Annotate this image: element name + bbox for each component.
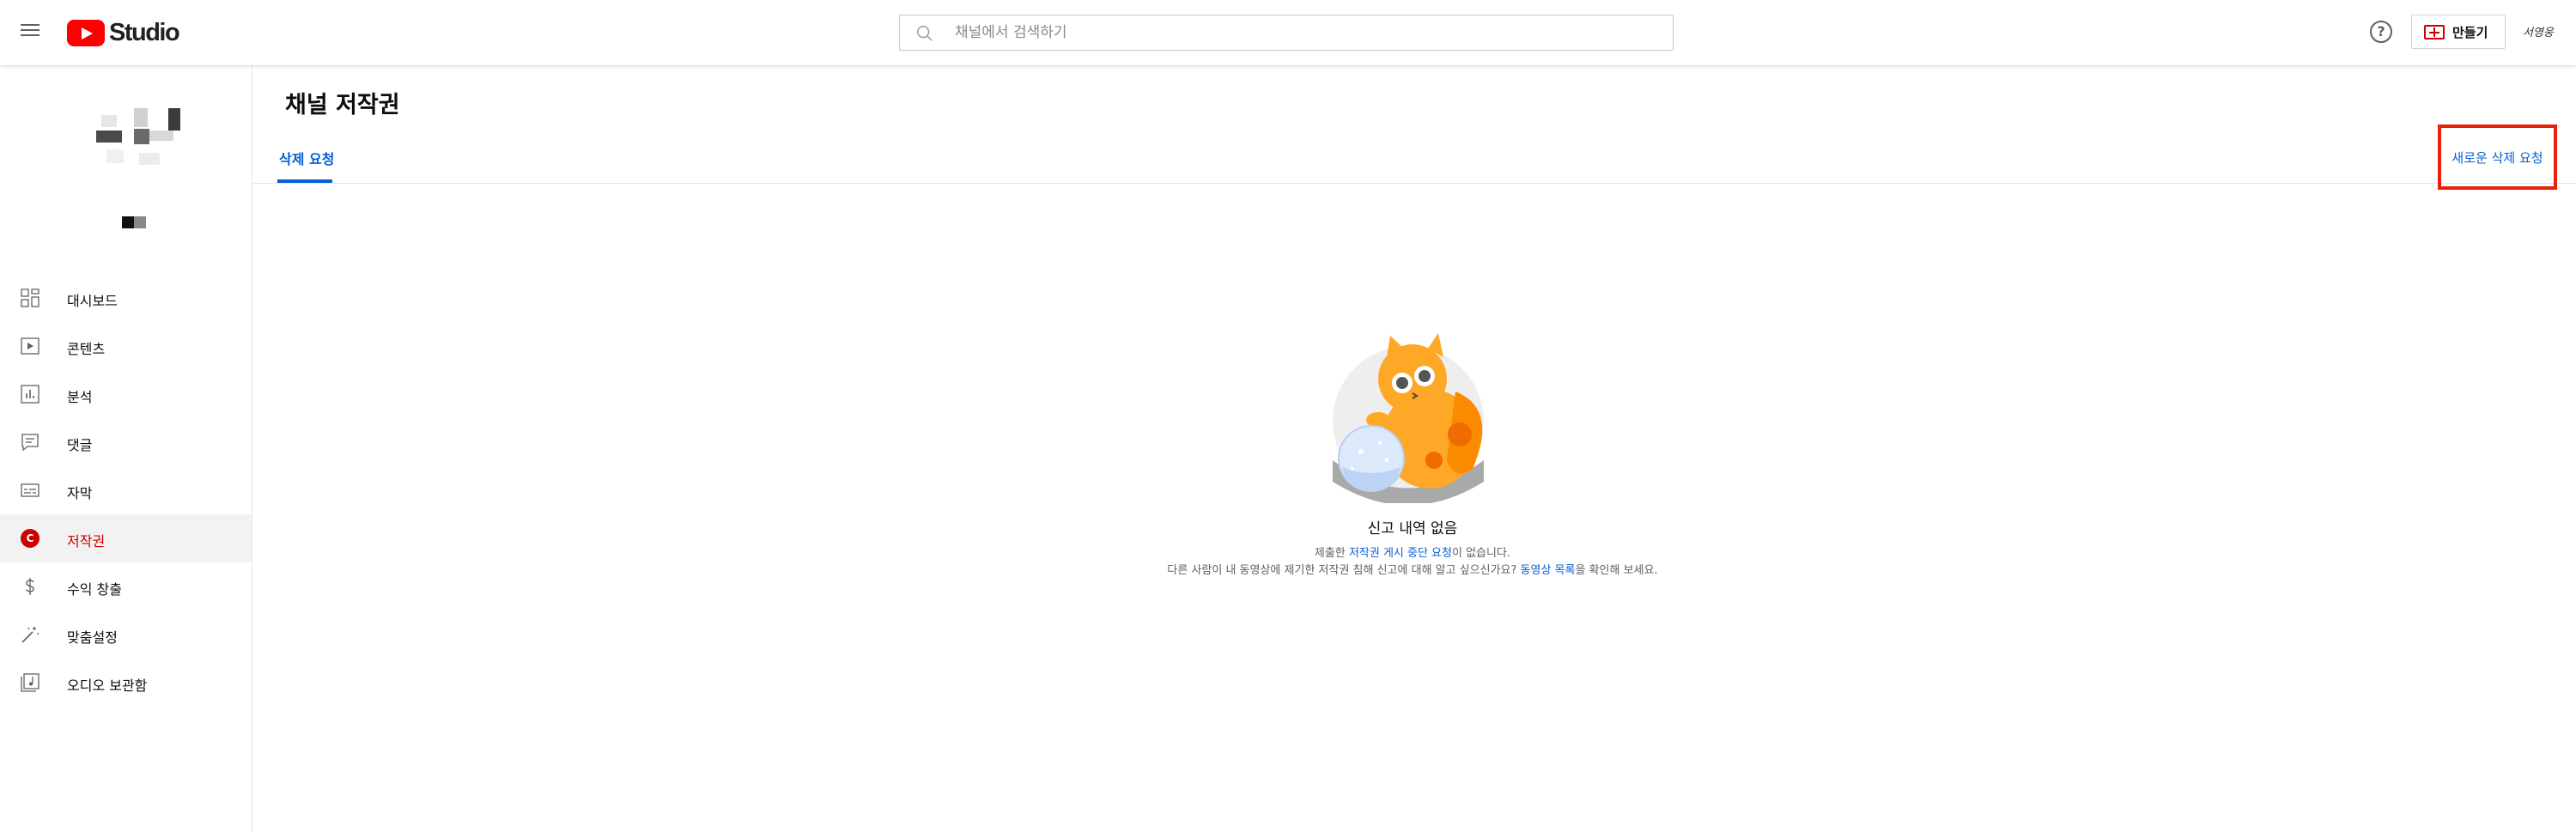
menu-icon[interactable] [19, 21, 41, 43]
empty-line1-prefix: 제출한 [1314, 547, 1349, 560]
sidebar-item-label: 대시보드 [67, 293, 118, 309]
tab-divider [253, 183, 2576, 184]
sidebar-item-label: 맞춤설정 [67, 629, 118, 646]
page-title: 채널 저작권 [285, 92, 400, 118]
copyright-takedown-link[interactable]: 저작권 게시 중단 요청 [1349, 547, 1452, 560]
new-takedown-request-button[interactable]: 새로운 삭제 요청 [2438, 124, 2557, 190]
sidebar-item-label: 분석 [67, 389, 93, 405]
account-avatar[interactable]: 서영웅 [2523, 23, 2554, 39]
sidebar-item-audio-library[interactable]: 오디오 보관함 [0, 659, 252, 707]
sidebar-item-comments[interactable]: 댓글 [0, 418, 252, 466]
sidebar-item-analytics[interactable]: 분석 [0, 370, 252, 418]
sidebar-item-label: 자막 [67, 485, 93, 501]
empty-line1-suffix: 이 없습니다. [1451, 547, 1511, 560]
search-icon [917, 26, 933, 41]
youtube-studio-logo[interactable]: Studio [67, 18, 180, 46]
sidebar-item-label: 댓글 [67, 437, 93, 453]
sidebar: 대시보드 콘텐츠 분석 댓글 자막 C 저작권 수익 창출 맞춤설정 오디오 보… [0, 65, 252, 832]
help-icon[interactable]: ? [2370, 21, 2392, 43]
video-add-icon [2424, 24, 2445, 39]
audio-library-icon [21, 673, 39, 692]
search-box[interactable] [899, 15, 1674, 51]
new-request-label: 새로운 삭제 요청 [2451, 149, 2543, 166]
magic-wand-icon [21, 627, 39, 643]
sidebar-item-label: 수익 창출 [67, 581, 122, 598]
dollar-icon [26, 578, 34, 595]
search-input[interactable] [955, 15, 1659, 50]
sidebar-nav: 대시보드 콘텐츠 분석 댓글 자막 C 저작권 수익 창출 맞춤설정 오디오 보… [0, 274, 252, 707]
sidebar-item-dashboard[interactable]: 대시보드 [0, 274, 252, 322]
top-header: Studio ? 만들기 서영웅 [0, 0, 2576, 65]
channel-name [122, 216, 148, 228]
youtube-play-icon [67, 19, 105, 46]
tab-label: 삭제 요청 [279, 151, 335, 167]
empty-line2-suffix: 을 확인해 보세요. [1575, 564, 1658, 577]
sidebar-item-label: 저작권 [67, 533, 106, 550]
sidebar-item-customization[interactable]: 맞춤설정 [0, 610, 252, 659]
sidebar-item-monetization[interactable]: 수익 창출 [0, 562, 252, 610]
dashboard-icon [21, 288, 39, 307]
video-list-link[interactable]: 동영상 목록 [1521, 564, 1576, 577]
main-content: 채널 저작권 삭제 요청 새로운 삭제 요청 신고 내역 없음 제출한 저작권 … [253, 65, 2576, 832]
subtitles-icon [21, 483, 39, 497]
copyright-icon: C [21, 529, 39, 548]
create-label: 만들기 [2452, 24, 2488, 40]
logo-text: Studio [109, 18, 180, 46]
analytics-icon [21, 385, 39, 404]
sidebar-item-content[interactable]: 콘텐츠 [0, 322, 252, 370]
channel-avatar[interactable] [89, 100, 185, 196]
content-icon [21, 337, 39, 355]
sidebar-item-copyright[interactable]: C 저작권 [0, 514, 252, 562]
tab-takedown-requests[interactable]: 삭제 요청 [277, 148, 336, 183]
empty-state-hint: 다른 사람이 내 동영상에 제기한 저작권 침해 신고에 대해 알고 싶으신가요… [1069, 561, 1756, 577]
empty-state-cat-illustration [1333, 333, 1484, 503]
empty-state-message: 제출한 저작권 게시 중단 요청이 없습니다. [1198, 544, 1627, 560]
empty-line2-prefix: 다른 사람이 내 동영상에 제기한 저작권 침해 신고에 대해 알고 싶으신가요… [1167, 564, 1521, 577]
sidebar-item-label: 콘텐츠 [67, 341, 106, 357]
empty-state-title: 신고 내역 없음 [1367, 520, 1458, 537]
sidebar-item-label: 오디오 보관함 [67, 677, 148, 694]
sidebar-item-subtitles[interactable]: 자막 [0, 466, 252, 514]
create-button[interactable]: 만들기 [2411, 15, 2506, 49]
comments-icon [21, 434, 39, 452]
